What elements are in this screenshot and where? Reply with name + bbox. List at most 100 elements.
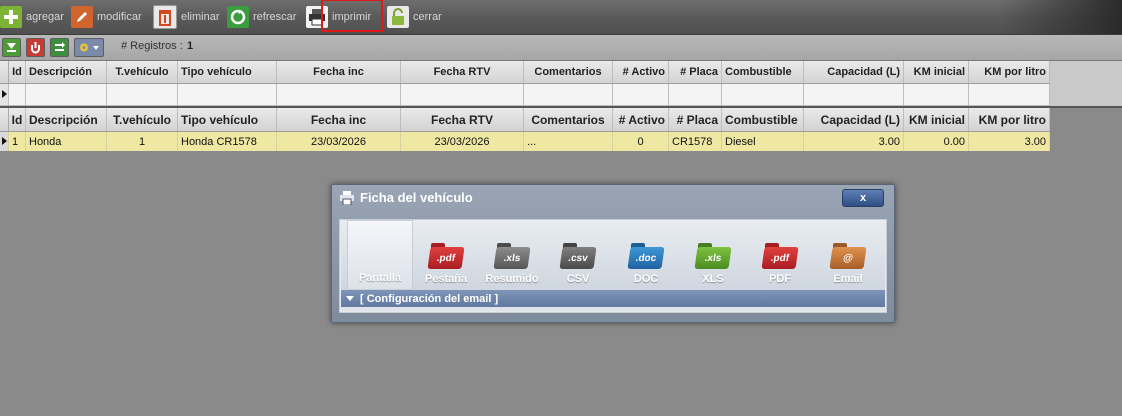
print-highlight-box <box>321 0 383 32</box>
filter-tipo-vehiculo[interactable] <box>178 84 277 105</box>
current-row-arrow-icon <box>2 90 7 98</box>
col-tipo-vehiculo[interactable]: Tipo vehículo <box>178 61 277 83</box>
export-pantalla-button[interactable]: Pantalla <box>347 220 413 290</box>
col-activo[interactable]: # Activo <box>613 108 669 131</box>
col-km-por-litro[interactable]: KM por litro <box>969 61 1050 83</box>
refresh-button[interactable]: refrescar <box>227 3 296 31</box>
cell-combustible[interactable]: Diesel <box>722 132 804 151</box>
col-km-por-litro[interactable]: KM por litro <box>969 108 1050 131</box>
table-row[interactable]: 1 Honda 1 Honda CR1578 23/03/2026 23/03/… <box>0 132 1050 151</box>
cell-tvehiculo[interactable]: 1 <box>107 132 178 151</box>
records-label: # Registros : <box>121 40 183 52</box>
cell-descripcion[interactable]: Honda <box>26 132 107 151</box>
pdf-folder-icon: .pdf <box>761 243 799 269</box>
export-email-button[interactable]: @ Email <box>815 220 881 290</box>
col-placa[interactable]: # Placa <box>669 61 722 83</box>
swap-icon[interactable] <box>50 38 69 57</box>
col-fecha-inc[interactable]: Fecha inc <box>277 61 401 83</box>
delete-button[interactable]: eliminar <box>153 3 220 31</box>
cell-comentarios[interactable]: ... <box>524 132 613 151</box>
filter-km-inicial[interactable] <box>904 84 969 105</box>
col-km-inicial[interactable]: KM inicial <box>904 108 969 131</box>
cell-fecha-inc[interactable]: 23/03/2026 <box>277 132 401 151</box>
settings-icon[interactable] <box>74 38 104 57</box>
col-combustible[interactable]: Combustible <box>722 61 804 83</box>
col-comentarios[interactable]: Comentarios <box>524 61 613 83</box>
col-fecha-inc[interactable]: Fecha inc <box>277 108 401 131</box>
col-id[interactable]: Id <box>9 108 26 131</box>
export-xls-button[interactable]: .xls XLS <box>680 220 746 290</box>
col-fecha-rtv[interactable]: Fecha RTV <box>401 61 524 83</box>
filter-capacidad[interactable] <box>804 84 904 105</box>
printer-icon <box>340 190 354 205</box>
cell-activo[interactable]: 0 <box>613 132 669 151</box>
data-grid: Id Descripción T.vehículo Tipo vehículo … <box>0 108 1050 153</box>
toolbar-shade <box>1000 0 1122 34</box>
records-count: 1 <box>187 40 194 52</box>
filter-combustible[interactable] <box>722 84 804 105</box>
export-options: Pantalla .pdf Pestaña .xls Resumido .csv… <box>341 220 885 290</box>
email-config-label: [ Configuración del email ] <box>360 292 499 305</box>
add-icon <box>0 6 22 28</box>
filter-grid: Id Descripción T.vehículo Tipo vehículo … <box>0 61 1050 106</box>
close-icon: x <box>859 192 867 204</box>
export-pestana-label: Pestaña <box>424 273 468 285</box>
filter-km-por-litro[interactable] <box>969 84 1050 105</box>
cell-km-inicial[interactable]: 0.00 <box>904 132 969 151</box>
col-descripcion[interactable]: Descripción <box>26 108 107 131</box>
export-doc-button[interactable]: .doc DOC <box>613 220 679 290</box>
col-capacidad[interactable]: Capacidad (L) <box>804 108 904 131</box>
filter-activo[interactable] <box>613 84 669 105</box>
col-combustible[interactable]: Combustible <box>722 108 804 131</box>
filter-fecha-rtv[interactable] <box>401 84 524 105</box>
export-csv-button[interactable]: .csv CSV <box>545 220 611 290</box>
trash-icon <box>153 5 177 29</box>
filter-placa[interactable] <box>669 84 722 105</box>
row-indicator-col <box>0 108 9 131</box>
export-pdf-button[interactable]: .pdf PDF <box>747 220 813 290</box>
col-comentarios[interactable]: Comentarios <box>524 108 613 131</box>
edit-button[interactable]: modificar <box>71 3 142 31</box>
add-button[interactable]: agregar <box>0 3 64 31</box>
close-button-label: cerrar <box>413 11 442 23</box>
col-capacidad[interactable]: Capacidad (L) <box>804 61 904 83</box>
col-fecha-rtv[interactable]: Fecha RTV <box>401 108 524 131</box>
cell-placa[interactable]: CR1578 <box>669 132 722 151</box>
export-resumido-button[interactable]: .xls Resumido <box>479 220 545 290</box>
add-button-label: agregar <box>26 11 64 23</box>
col-placa[interactable]: # Placa <box>669 108 722 131</box>
dialog-footer <box>341 307 885 311</box>
export-pestana-button[interactable]: .pdf Pestaña <box>413 220 479 290</box>
upload-icon[interactable] <box>26 38 45 57</box>
dialog-titlebar[interactable]: Ficha del vehículo <box>340 190 473 205</box>
download-icon[interactable] <box>2 38 21 57</box>
col-tvehiculo[interactable]: T.vehículo <box>107 61 178 83</box>
col-tvehiculo[interactable]: T.vehículo <box>107 108 178 131</box>
filter-comentarios[interactable] <box>524 84 613 105</box>
dialog-close-button[interactable]: x <box>842 189 884 207</box>
col-descripcion[interactable]: Descripción <box>26 61 107 83</box>
export-pantalla-label: Pantalla <box>358 272 402 284</box>
filter-id[interactable] <box>9 84 26 105</box>
filter-fecha-inc[interactable] <box>277 84 401 105</box>
filter-tvehiculo[interactable] <box>107 84 178 105</box>
col-km-inicial[interactable]: KM inicial <box>904 61 969 83</box>
cell-id[interactable]: 1 <box>9 132 26 151</box>
close-button[interactable]: cerrar <box>387 3 442 31</box>
email-config-toggle[interactable]: [ Configuración del email ] <box>341 290 885 307</box>
cell-tipo-vehiculo[interactable]: Honda CR1578 <box>178 132 277 151</box>
col-id[interactable]: Id <box>9 61 26 83</box>
data-grid-header: Id Descripción T.vehículo Tipo vehículo … <box>0 108 1050 132</box>
col-activo[interactable]: # Activo <box>613 61 669 83</box>
xls-folder-icon: .xls <box>493 243 531 269</box>
main-toolbar: agregar modificar eliminar refrescar imp… <box>0 0 1122 35</box>
filter-row <box>0 84 1050 106</box>
refresh-icon <box>227 6 249 28</box>
delete-button-label: eliminar <box>181 11 220 23</box>
col-tipo-vehiculo[interactable]: Tipo vehículo <box>178 108 277 131</box>
cell-capacidad[interactable]: 3.00 <box>804 132 904 151</box>
cell-fecha-rtv[interactable]: 23/03/2026 <box>401 132 524 151</box>
pdf-folder-icon: .pdf <box>427 243 465 269</box>
filter-descripcion[interactable] <box>26 84 107 105</box>
cell-km-por-litro[interactable]: 3.00 <box>969 132 1050 151</box>
